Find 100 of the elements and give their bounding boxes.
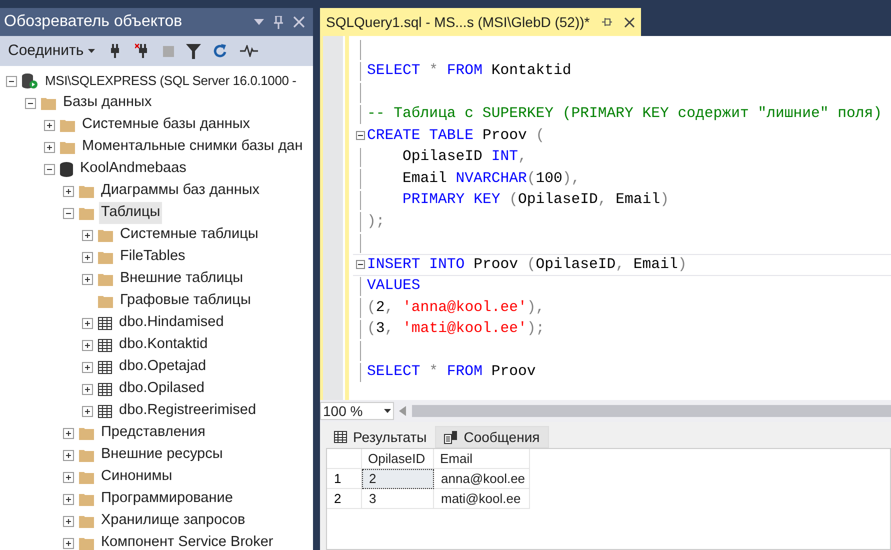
folder-icon <box>79 492 94 506</box>
folder-icon <box>79 184 94 198</box>
tree-item[interactable]: Графовые таблицы <box>118 290 253 312</box>
expand-icon[interactable] <box>63 538 74 548</box>
tree-item[interactable]: Моментальные снимки базы дан <box>80 136 305 158</box>
table-icon <box>98 382 112 396</box>
tree-item[interactable]: FileTables <box>118 246 188 268</box>
folder-icon <box>98 294 113 308</box>
code-punctuation: * <box>428 63 438 80</box>
expand-icon[interactable] <box>63 516 74 526</box>
horizontal-scrollbar[interactable] <box>412 405 891 417</box>
code-punctuation: ( <box>367 300 376 316</box>
tree-item[interactable]: Программирование <box>99 488 235 510</box>
code-text: 3 <box>376 321 385 338</box>
zoom-dropdown[interactable]: 100 % <box>320 402 394 420</box>
expand-icon[interactable] <box>44 142 55 152</box>
code-text: Email <box>614 192 660 208</box>
expand-icon[interactable] <box>82 340 93 350</box>
code-punctuation: ), <box>526 300 545 316</box>
expand-icon[interactable] <box>82 230 93 240</box>
keyword: TABLE <box>428 128 474 144</box>
keyword: FROM <box>446 63 482 80</box>
tree-item[interactable]: Внешние таблицы <box>118 268 246 290</box>
expand-icon[interactable] <box>63 494 74 504</box>
code-punctuation: , <box>384 300 394 316</box>
folder-icon <box>79 470 94 484</box>
caret-icon <box>384 409 391 413</box>
tree-item[interactable]: KoolAndmebaas <box>78 158 188 180</box>
tree-item[interactable]: dbo.Kontaktid <box>117 334 210 356</box>
code-punctuation: ) <box>660 192 669 208</box>
collapse-icon[interactable] <box>44 164 55 174</box>
keyword: KEY <box>472 192 500 208</box>
collapse-icon[interactable] <box>6 76 17 86</box>
table-cell: 3 <box>362 489 434 509</box>
folder-icon <box>79 514 94 528</box>
tree-item[interactable]: dbo.Opetajad <box>117 356 208 378</box>
grid-icon <box>334 431 347 443</box>
column-header: Email <box>434 449 530 469</box>
code-text: OpilaseID <box>536 256 616 273</box>
code-text: Email <box>402 170 447 187</box>
filter-icon[interactable] <box>186 44 201 58</box>
expand-icon[interactable] <box>63 428 74 438</box>
table-cell: mati@kool.ee <box>434 489 530 509</box>
tree-item[interactable]: Таблицы <box>99 202 162 224</box>
caret-icon <box>88 49 95 53</box>
code-punctuation: * <box>428 364 438 380</box>
tree-item[interactable]: Представления <box>99 422 208 444</box>
code-text: Proov <box>481 128 527 144</box>
code-punctuation: , <box>384 321 394 338</box>
collapse-icon[interactable] <box>356 260 364 270</box>
collapse-icon[interactable] <box>356 131 364 140</box>
close-icon[interactable] <box>624 16 635 28</box>
tree-item[interactable]: Синонимы <box>99 466 174 488</box>
keyword: INTO <box>428 256 465 273</box>
tree-item[interactable]: Системные таблицы <box>118 224 260 246</box>
expand-icon[interactable] <box>82 274 93 284</box>
tree-item[interactable]: Компонент Service Broker <box>99 532 276 550</box>
code-text: 2 <box>376 300 385 316</box>
expand-icon[interactable] <box>82 406 93 416</box>
expand-icon[interactable] <box>82 318 93 328</box>
table-cell: anna@kool.ee <box>434 469 530 489</box>
row-number: 2 <box>327 489 362 509</box>
pin-icon[interactable] <box>602 17 612 27</box>
expand-icon[interactable] <box>82 362 93 372</box>
code-punctuation: ); <box>367 214 385 230</box>
expand-icon[interactable] <box>63 186 74 196</box>
table-cell: 2 <box>362 469 434 489</box>
tree-item[interactable]: MSI\SQLEXPRESS (SQL Server 16.0.1000 - <box>43 71 298 91</box>
activity-icon[interactable] <box>240 45 258 57</box>
collapse-icon[interactable] <box>25 98 36 108</box>
code-text: OpilaseID <box>518 192 598 208</box>
code-punctuation: ( <box>367 321 376 338</box>
expand-icon[interactable] <box>63 450 74 460</box>
table-icon <box>98 360 112 374</box>
dropdown-icon[interactable] <box>254 19 264 25</box>
tree-item[interactable]: Системные базы данных <box>80 114 252 136</box>
folder-icon <box>79 448 94 462</box>
folder-icon <box>98 250 113 264</box>
tree-item[interactable]: Внешние ресурсы <box>99 444 225 466</box>
expand-icon[interactable] <box>82 252 93 262</box>
tree-item[interactable]: Хранилище запросов <box>99 510 248 532</box>
tree-item[interactable]: dbo.Registreerimised <box>117 400 258 422</box>
results-tab[interactable]: Сообщения <box>434 426 549 448</box>
expand-icon[interactable] <box>44 120 55 130</box>
keyword: VALUES <box>367 278 420 294</box>
tree-item[interactable]: dbo.Opilased <box>117 378 206 400</box>
folder-icon <box>79 206 94 220</box>
code-punctuation: ), <box>562 170 580 187</box>
expand-icon[interactable] <box>63 472 74 482</box>
folder-icon <box>60 140 75 154</box>
tree-item[interactable]: Базы данных <box>61 92 154 114</box>
expand-icon[interactable] <box>82 384 93 394</box>
code-text: OpilaseID <box>402 149 482 166</box>
refresh-icon[interactable] <box>212 43 228 59</box>
collapse-icon[interactable] <box>63 208 74 218</box>
tree-item[interactable]: Диаграммы баз данных <box>99 180 262 202</box>
server-icon <box>22 73 38 89</box>
document-tab[interactable]: SQLQuery1.sql - MS...s (MSI\GlebD (52))* <box>320 8 641 36</box>
tree-item[interactable]: dbo.Hindamised <box>117 312 226 334</box>
database-icon <box>60 162 73 176</box>
